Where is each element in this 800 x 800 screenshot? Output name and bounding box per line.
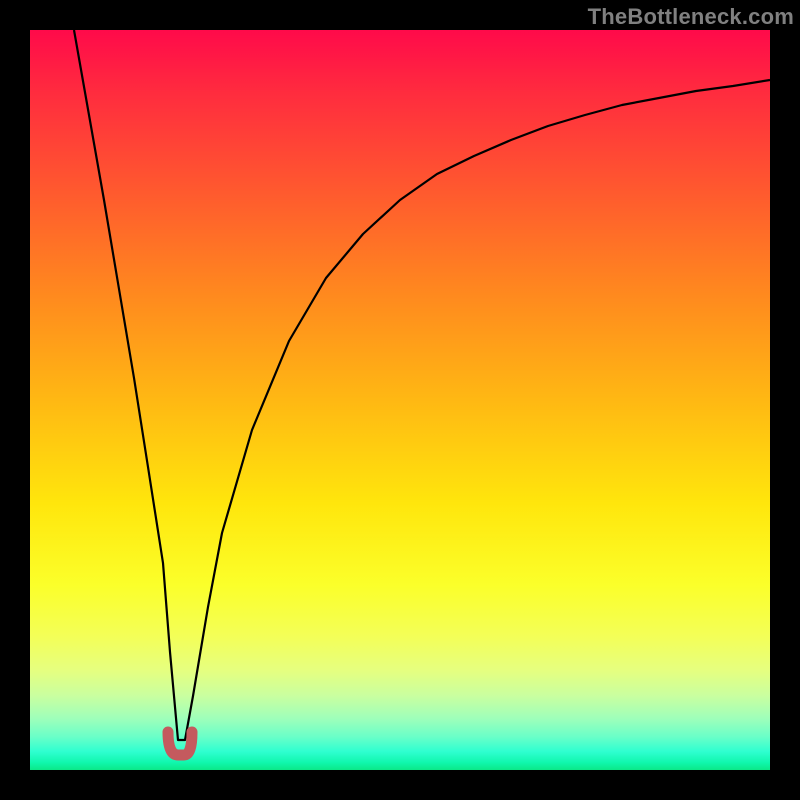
watermark-text: TheBottleneck.com — [588, 4, 794, 30]
chart-frame: TheBottleneck.com — [0, 0, 800, 800]
plot-area — [30, 30, 770, 770]
bottleneck-curve-path — [74, 30, 770, 740]
curve-svg — [30, 30, 770, 770]
optimal-region-marker — [168, 732, 192, 755]
